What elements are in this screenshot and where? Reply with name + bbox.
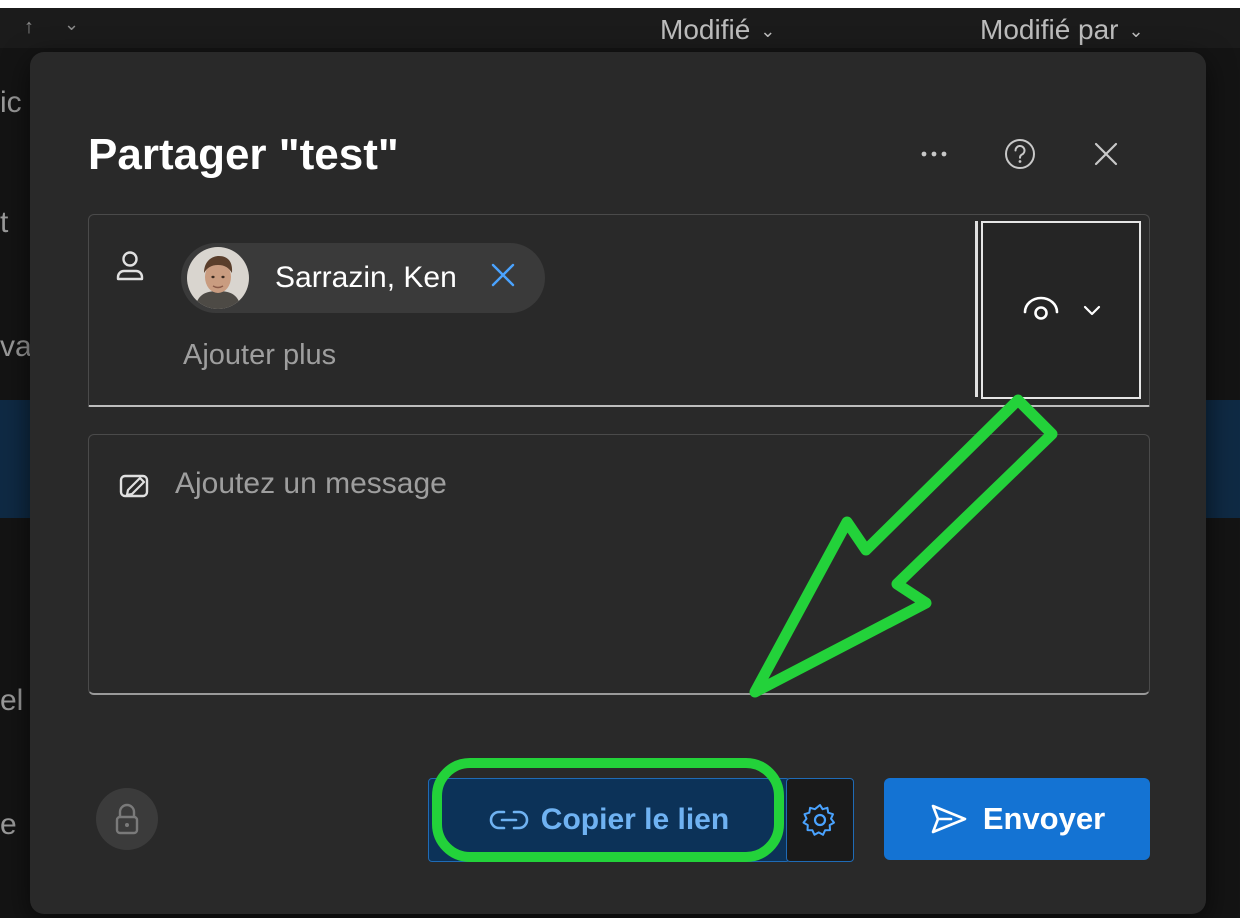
chevron-down-icon: ⌄ xyxy=(1128,21,1144,42)
background-text-fragment: el xyxy=(0,684,24,717)
recipient-chip[interactable]: Sarrazin, Ken xyxy=(181,243,545,313)
eye-icon xyxy=(1023,296,1059,320)
list-column-header-bar: ↑ ⌄ Modifié ⌄ Modifié par ⌄ xyxy=(0,8,1240,48)
background-text-fragment: e xyxy=(0,808,17,841)
link-settings-button[interactable] xyxy=(786,778,854,862)
add-more-input[interactable]: Ajouter plus xyxy=(183,339,336,372)
link-settings-lock-button[interactable] xyxy=(96,788,158,850)
message-field[interactable]: Ajoutez un message xyxy=(88,434,1150,695)
dialog-title: Partager "test" xyxy=(88,130,399,179)
column-header-modified[interactable]: Modifié ⌄ xyxy=(660,14,775,46)
column-header-label: Modifié par xyxy=(980,14,1119,45)
send-label: Envoyer xyxy=(982,801,1106,836)
copy-link-label: Copier le lien xyxy=(540,803,730,836)
edit-message-icon xyxy=(119,474,149,498)
background-text-fragment: ic xyxy=(0,86,22,119)
background-text-fragment: t xyxy=(0,206,9,239)
avatar xyxy=(187,247,249,309)
recipient-name: Sarrazin, Ken xyxy=(275,261,457,294)
close-icon xyxy=(1094,142,1118,166)
column-header-label: Modifié xyxy=(660,14,751,45)
person-icon xyxy=(116,251,144,281)
window-top-edge xyxy=(0,0,1240,8)
send-button[interactable]: Envoyer xyxy=(884,778,1150,860)
help-button[interactable] xyxy=(998,132,1042,176)
more-icon xyxy=(921,151,947,157)
help-icon xyxy=(1005,139,1035,169)
background-text-fragment: va xyxy=(0,330,32,363)
more-options-button[interactable] xyxy=(912,132,956,176)
chevron-down-icon: ⌄ xyxy=(760,21,776,42)
permission-dropdown[interactable] xyxy=(981,221,1141,399)
share-dialog: Partager "test" Sarrazin, Ken Ajouter pl… xyxy=(30,52,1206,914)
people-picker[interactable]: Sarrazin, Ken Ajouter plus xyxy=(88,214,1150,407)
column-header-modified-by[interactable]: Modifié par ⌄ xyxy=(980,14,1144,46)
selected-row-highlight xyxy=(1206,400,1240,518)
chevron-down-icon[interactable]: ⌄ xyxy=(64,14,79,35)
gear-icon xyxy=(802,804,835,836)
sort-arrow-icon[interactable]: ↑ xyxy=(24,16,34,39)
remove-recipient-button[interactable] xyxy=(483,255,523,295)
copy-link-button[interactable]: Copier le lien xyxy=(428,778,790,862)
message-placeholder: Ajoutez un message xyxy=(175,467,447,500)
send-icon xyxy=(931,804,967,834)
close-button[interactable] xyxy=(1084,132,1128,176)
divider xyxy=(975,221,978,397)
chevron-down-icon xyxy=(1083,305,1101,316)
lock-icon xyxy=(115,803,139,835)
close-icon xyxy=(491,263,515,287)
link-icon xyxy=(489,810,529,830)
selected-row-highlight xyxy=(0,400,30,518)
